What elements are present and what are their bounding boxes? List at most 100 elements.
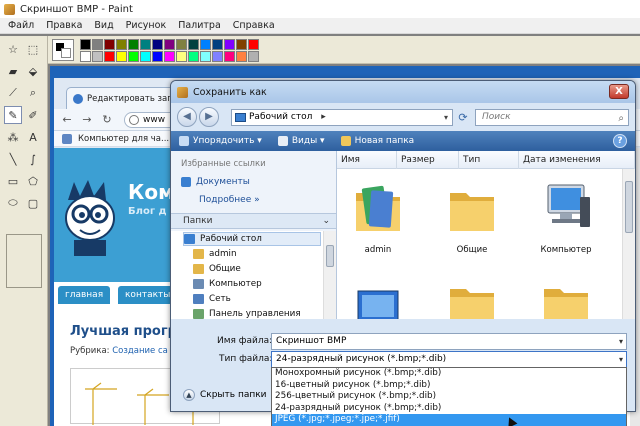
new-folder-button[interactable]: Новая папка xyxy=(333,136,423,146)
rectangle-icon[interactable]: ▭ xyxy=(4,172,22,190)
tree-item[interactable]: Общие xyxy=(193,262,321,276)
file-item-folder[interactable] xyxy=(437,275,507,319)
palette-swatch[interactable] xyxy=(176,51,187,62)
filetype-select[interactable]: 24-разрядный рисунок (*.bmp;*.dib) ▾ xyxy=(271,351,627,368)
filetype-option[interactable]: JPEG (*.jpg;*.jpeg;*.jpe;*.jfif) xyxy=(272,414,626,426)
tree-item[interactable]: Компьютер xyxy=(193,277,321,291)
column-size[interactable]: Размер xyxy=(397,151,459,169)
palette-swatch[interactable] xyxy=(224,51,235,62)
favorite-documents[interactable]: Документы xyxy=(181,177,250,187)
rect-select-icon[interactable]: ⬚ xyxy=(24,40,42,58)
palette-swatch[interactable] xyxy=(236,51,247,62)
palette-swatch[interactable] xyxy=(236,39,247,50)
dialog-close-button[interactable]: X xyxy=(609,84,629,99)
folders-header[interactable]: Папки ⌄ xyxy=(171,213,336,229)
palette-swatch[interactable] xyxy=(140,51,151,62)
palette-swatch[interactable] xyxy=(200,39,211,50)
tree-item[interactable]: Сеть xyxy=(193,292,321,306)
path-breadcrumb[interactable]: Рабочий стол ▸ xyxy=(231,109,453,126)
file-item-network[interactable] xyxy=(343,275,413,319)
file-item-user-folder[interactable]: admin xyxy=(343,179,413,255)
browser-tab: Редактировать запис xyxy=(66,87,184,109)
filetype-option[interactable]: 256-цветный рисунок (*.bmp;*.dib) xyxy=(272,391,626,403)
menu-item-5[interactable]: Справка xyxy=(227,20,281,31)
palette-swatch[interactable] xyxy=(92,51,103,62)
palette-swatch[interactable] xyxy=(212,39,223,50)
tree-item[interactable]: Рабочий стол xyxy=(183,232,321,246)
views-button[interactable]: Виды ▾ xyxy=(270,136,333,146)
palette-swatch[interactable] xyxy=(248,51,259,62)
folder-icon xyxy=(193,264,204,274)
palette-swatch[interactable] xyxy=(200,51,211,62)
palette-swatch[interactable] xyxy=(176,39,187,50)
palette-swatch[interactable] xyxy=(104,51,115,62)
search-input[interactable]: Поиск ⌕ xyxy=(475,109,629,126)
airbrush-icon[interactable]: ⁂ xyxy=(4,128,22,146)
filename-field[interactable]: Скриншот BMP ▾ xyxy=(271,333,627,350)
palette-swatch[interactable] xyxy=(80,51,91,62)
palette-swatch[interactable] xyxy=(104,39,115,50)
back-button[interactable]: ◀ xyxy=(177,107,197,127)
palette-swatch[interactable] xyxy=(92,39,103,50)
palette-swatch[interactable] xyxy=(128,39,139,50)
palette-swatch[interactable] xyxy=(152,39,163,50)
palette-swatch[interactable] xyxy=(164,51,175,62)
column-name[interactable]: Имя xyxy=(337,151,397,169)
palette-swatch[interactable] xyxy=(116,39,127,50)
palette-swatch[interactable] xyxy=(188,51,199,62)
palette-swatch[interactable] xyxy=(140,39,151,50)
current-colors[interactable] xyxy=(52,39,74,61)
help-icon[interactable]: ? xyxy=(613,134,627,148)
ellipse-icon[interactable]: ⬭ xyxy=(4,194,22,212)
brush-icon[interactable]: ✐ xyxy=(24,106,42,124)
column-type[interactable]: Тип xyxy=(459,151,519,169)
curve-icon[interactable]: ∫ xyxy=(24,150,42,168)
tool-options-box[interactable] xyxy=(6,234,42,288)
free-select-icon[interactable]: ☆ xyxy=(4,40,22,58)
hide-folders-button[interactable]: ▲ Скрыть папки xyxy=(183,389,267,401)
dialog-title-bar[interactable]: Сохранить как xyxy=(171,81,635,103)
scroll-thumb[interactable] xyxy=(625,181,633,233)
fill-icon[interactable]: ⬙ xyxy=(24,62,42,80)
menu-item-0[interactable]: Файл xyxy=(2,20,40,31)
palette-swatch[interactable] xyxy=(164,39,175,50)
menu-item-1[interactable]: Правка xyxy=(40,20,88,31)
palette-swatch[interactable] xyxy=(80,39,91,50)
palette-swatch[interactable] xyxy=(212,51,223,62)
file-item-computer[interactable]: Компьютер xyxy=(531,179,601,255)
eyedropper-icon[interactable]: ⟋ xyxy=(4,84,22,102)
column-date[interactable]: Дата изменения xyxy=(519,151,635,169)
file-item-folder[interactable]: Общие xyxy=(437,179,507,255)
filetype-option[interactable]: Монохромный рисунок (*.bmp;*.dib) xyxy=(272,368,626,380)
file-item-folder[interactable] xyxy=(531,275,601,319)
menu-item-3[interactable]: Рисунок xyxy=(120,20,173,31)
text-icon[interactable]: A xyxy=(24,128,42,146)
menu-item-2[interactable]: Вид xyxy=(88,20,119,31)
palette-swatch[interactable] xyxy=(152,51,163,62)
chevron-down-icon[interactable]: ▾ xyxy=(619,334,623,349)
menu-item-4[interactable]: Палитра xyxy=(172,20,227,31)
file-list-scrollbar[interactable] xyxy=(622,169,635,319)
eraser-icon[interactable]: ▰ xyxy=(4,62,22,80)
path-dropdown-button[interactable]: ▾ xyxy=(439,109,453,126)
scroll-thumb[interactable] xyxy=(326,245,334,267)
palette-swatch[interactable] xyxy=(116,51,127,62)
line-icon[interactable]: ╲ xyxy=(4,150,22,168)
forward-button[interactable]: ▶ xyxy=(199,107,219,127)
organize-button[interactable]: Упорядочить ▾ xyxy=(171,136,270,146)
refresh-icon[interactable]: ⟳ xyxy=(455,110,471,125)
chevron-down-icon[interactable]: ▾ xyxy=(619,352,623,367)
palette-swatch[interactable] xyxy=(128,51,139,62)
file-item-label: Общие xyxy=(456,245,488,255)
tree-item[interactable]: admin xyxy=(193,247,321,261)
palette-swatch[interactable] xyxy=(248,39,259,50)
pencil-icon[interactable]: ✎ xyxy=(4,106,22,124)
filetype-option[interactable]: 16-цветный рисунок (*.bmp;*.dib) xyxy=(272,380,626,392)
rounded-rect-icon[interactable]: ▢ xyxy=(24,194,42,212)
filetype-option[interactable]: 24-разрядный рисунок (*.bmp;*.dib) xyxy=(272,403,626,415)
magnifier-icon[interactable]: ⌕ xyxy=(24,84,42,102)
palette-swatch[interactable] xyxy=(224,39,235,50)
polygon-icon[interactable]: ⬠ xyxy=(24,172,42,190)
palette-swatch[interactable] xyxy=(188,39,199,50)
more-link[interactable]: Подробнее » xyxy=(199,195,260,205)
